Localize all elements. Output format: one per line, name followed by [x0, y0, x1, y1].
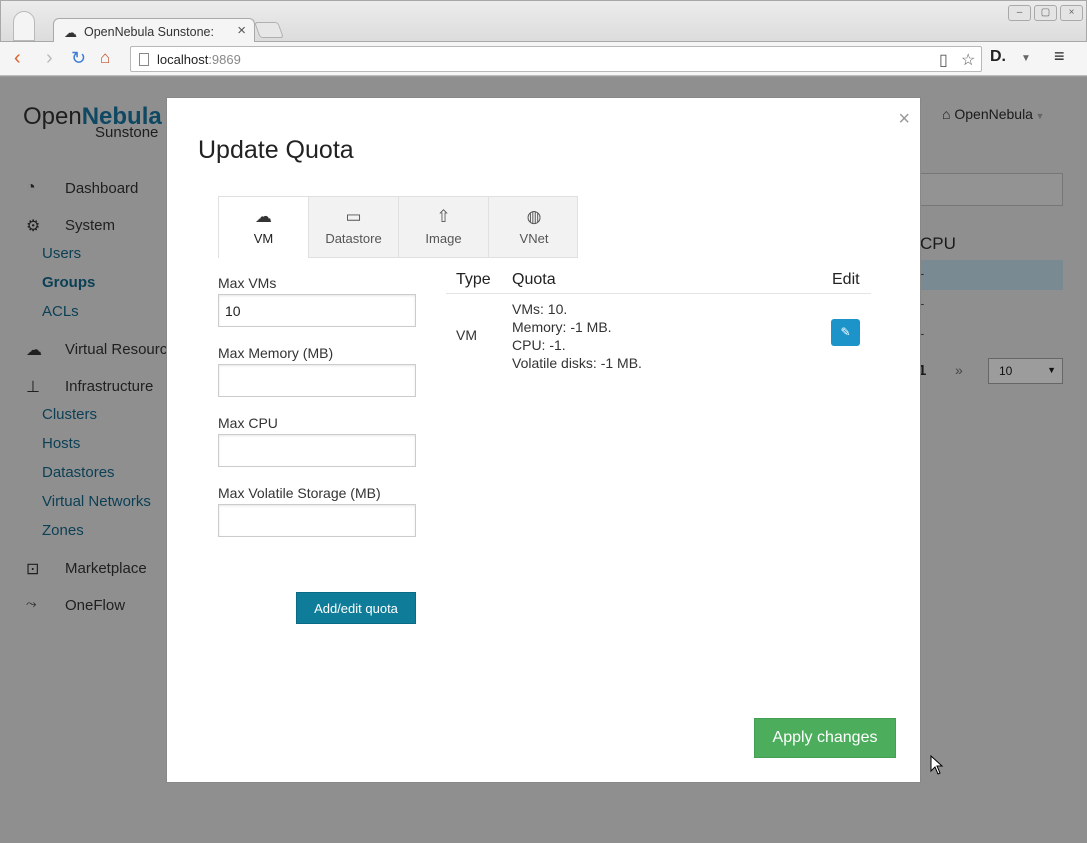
- cloud-icon: ☁: [26, 342, 42, 359]
- column-header-edit: Edit: [832, 271, 860, 288]
- globe-icon: ◍: [526, 207, 542, 226]
- extension-dropdown-icon[interactable]: ▼: [1021, 53, 1031, 64]
- browser-titlebar: ☁ OpenNebula Sunstone: × – ▢ ×: [0, 0, 1087, 44]
- user-menu[interactable]: ⌂ OpenNebula ▼: [942, 106, 1044, 122]
- maximize-button[interactable]: ▢: [1034, 5, 1057, 21]
- brand-subtitle: Sunstone: [95, 124, 159, 141]
- sitemap-icon: ⊥: [26, 379, 40, 396]
- sidebar-item-virtual-networks[interactable]: Virtual Networks: [42, 493, 151, 510]
- table-divider: [446, 293, 871, 294]
- pagination-next[interactable]: »: [955, 362, 963, 378]
- edit-quota-button[interactable]: ✎: [831, 319, 860, 346]
- close-icon[interactable]: ×: [898, 108, 910, 131]
- tab-datastore[interactable]: ▭ Datastore: [309, 197, 399, 258]
- close-window-button[interactable]: ×: [1060, 5, 1083, 21]
- gears-icon: ⚙: [26, 218, 41, 235]
- sidebar-item-hosts[interactable]: Hosts: [42, 435, 80, 452]
- forward-icon[interactable]: ›: [46, 48, 53, 68]
- sidebar-item-zones[interactable]: Zones: [42, 522, 84, 539]
- reader-icon[interactable]: ▯: [939, 50, 948, 70]
- home-icon[interactable]: ⌂: [100, 48, 110, 68]
- folder-open-icon: ▭: [345, 207, 362, 226]
- close-tab-icon[interactable]: ×: [237, 22, 246, 39]
- tab-vnet[interactable]: ◍ VNet: [489, 197, 579, 258]
- sidebar-item-groups[interactable]: Groups: [42, 274, 95, 291]
- quota-detail-line: CPU: -1.: [512, 337, 566, 353]
- max-vms-label: Max VMs: [218, 275, 277, 291]
- sidebar-item-users[interactable]: Users: [42, 245, 81, 262]
- max-vms-input[interactable]: [218, 294, 416, 327]
- bookmark-star-icon[interactable]: ☆: [961, 50, 975, 70]
- max-volatile-storage-input[interactable]: [218, 504, 416, 537]
- sidebar-item-acls[interactable]: ACLs: [42, 303, 79, 320]
- sidebar-item-marketplace[interactable]: Marketplace: [65, 560, 147, 577]
- tab-vm[interactable]: ☁ VM: [219, 197, 309, 258]
- cloud-icon: ☁: [64, 25, 77, 40]
- modal-title: Update Quota: [198, 136, 354, 164]
- upload-icon: ⇧: [436, 207, 451, 226]
- sidebar-item-clusters[interactable]: Clusters: [42, 406, 97, 423]
- minimize-button[interactable]: –: [1008, 5, 1031, 21]
- browser-toolbar: ‹ › ↻ ⌂ localhost:9869 ▯ ☆ D. ▼ ≡: [0, 42, 1087, 76]
- extension-icon[interactable]: D.: [990, 48, 1006, 66]
- reload-icon[interactable]: ↻: [71, 48, 86, 68]
- dashboard-icon: ◔: [26, 179, 36, 196]
- quota-tabs: ☁ VM ▭ Datastore ⇧ Image ◍ VNet: [218, 196, 578, 258]
- back-icon[interactable]: ‹: [14, 48, 21, 68]
- max-memory-input[interactable]: [218, 364, 416, 397]
- quota-detail-line: VMs: 10.: [512, 301, 568, 317]
- new-tab-button[interactable]: [254, 22, 284, 38]
- table-header-cpu: CPU: [920, 234, 956, 253]
- quota-type-cell: VM: [456, 327, 477, 343]
- max-volatile-storage-label: Max Volatile Storage (MB): [218, 485, 381, 501]
- sidebar-item-oneflow[interactable]: OneFlow: [65, 597, 125, 614]
- sidebar-item-datastores[interactable]: Datastores: [42, 464, 115, 481]
- quota-details-cell: VMs: 10. Memory: -1 MB. CPU: -1. Volatil…: [512, 300, 642, 372]
- update-quota-modal: × Update Quota ☁ VM ▭ Datastore ⇧ Image …: [166, 97, 921, 783]
- menu-icon[interactable]: ≡: [1054, 46, 1065, 67]
- tab-image[interactable]: ⇧ Image: [399, 197, 489, 258]
- home-icon: ⌂: [942, 106, 955, 122]
- mouse-cursor-icon: [930, 755, 944, 775]
- address-bar[interactable]: localhost:9869 ▯ ☆: [130, 46, 982, 72]
- quota-detail-line: Volatile disks: -1 MB.: [512, 355, 642, 371]
- page-icon: [139, 53, 149, 66]
- sidebar-item-system[interactable]: System: [65, 217, 115, 234]
- apply-changes-button[interactable]: Apply changes: [754, 718, 896, 758]
- max-cpu-label: Max CPU: [218, 415, 278, 431]
- browser-tab[interactable]: ☁ OpenNebula Sunstone: ×: [53, 18, 255, 44]
- quota-detail-line: Memory: -1 MB.: [512, 319, 612, 335]
- url-text: localhost:9869: [157, 52, 241, 67]
- table-row-selected[interactable]: [905, 260, 1063, 290]
- sidebar-item-infrastructure[interactable]: Infrastructure: [65, 378, 153, 395]
- chevron-down-icon: ▼: [1047, 365, 1056, 375]
- cloud-icon: ☁: [255, 207, 272, 226]
- max-memory-label: Max Memory (MB): [218, 345, 334, 361]
- column-header-type: Type: [456, 271, 491, 288]
- sidebar-item-dashboard[interactable]: Dashboard: [65, 180, 138, 197]
- search-input[interactable]: [905, 173, 1063, 206]
- tab-title: OpenNebula Sunstone:: [84, 25, 214, 39]
- page-size-select[interactable]: 10 ▼: [988, 358, 1063, 384]
- max-cpu-input[interactable]: [218, 434, 416, 467]
- column-header-quota: Quota: [512, 271, 556, 288]
- browser-profile-icon[interactable]: [13, 11, 35, 41]
- flow-icon: ⤳: [26, 596, 37, 611]
- cart-icon: ⊡: [26, 561, 40, 578]
- add-edit-quota-button[interactable]: Add/edit quota: [296, 592, 416, 624]
- pencil-icon: ✎: [840, 325, 851, 339]
